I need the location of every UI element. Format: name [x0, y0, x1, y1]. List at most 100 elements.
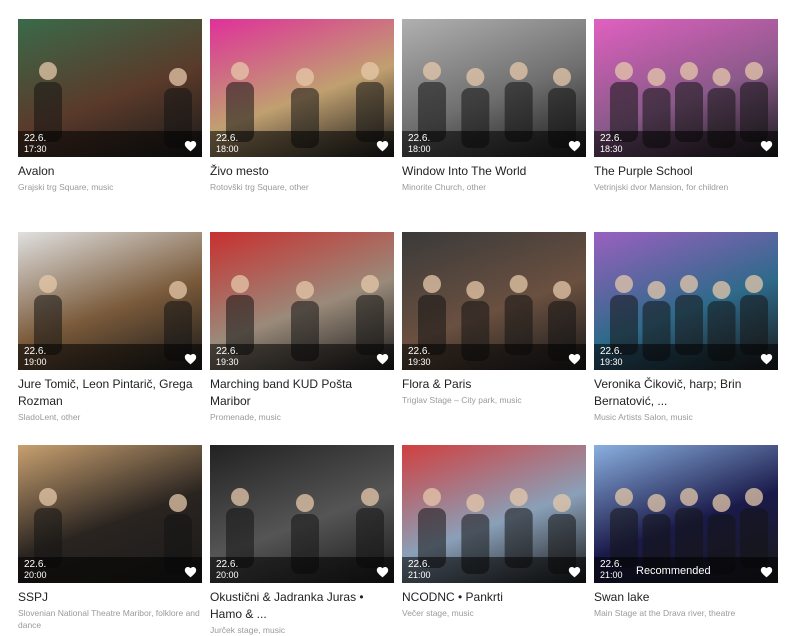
person-head — [169, 281, 187, 299]
event-datetime: 22.6. 21:00 — [600, 559, 623, 581]
event-time: 20:00 — [24, 570, 47, 580]
event-venue-category: Jurček stage, music — [210, 625, 286, 635]
event-thumbnail[interactable]: 22.6. 19:30 — [402, 232, 586, 370]
heart-icon[interactable] — [760, 353, 773, 365]
event-card[interactable]: 22.6. 21:00 NCODNC • Pankrti Večer stage, m… — [402, 445, 586, 619]
event-date: 22.6. — [600, 559, 623, 570]
person-head — [615, 275, 633, 293]
event-title[interactable]: Jure Tomič, Leon Pintarič, Grega Rozman — [18, 376, 202, 410]
event-thumbnail[interactable]: 22.6. 19:00 — [18, 232, 202, 370]
person-head — [553, 281, 571, 299]
heart-icon[interactable] — [376, 140, 389, 152]
person-head — [712, 494, 731, 512]
event-title[interactable]: Swan lake — [594, 589, 778, 606]
heart-icon[interactable] — [184, 353, 197, 365]
person-head — [680, 62, 698, 80]
event-title[interactable]: NCODNC • Pankrti — [402, 589, 586, 606]
person-head — [615, 62, 633, 80]
event-venue-category: Triglav Stage – City park, music — [402, 395, 522, 405]
heart-icon[interactable] — [376, 353, 389, 365]
person-head — [39, 62, 57, 80]
person-head — [466, 494, 485, 512]
person-head — [423, 275, 441, 293]
person-head — [296, 494, 314, 512]
person-head — [296, 68, 314, 86]
event-thumbnail[interactable]: 22.6. 19:30 — [210, 232, 394, 370]
person-head — [466, 281, 485, 299]
event-venue-category: Slovenian National Theatre Maribor, folk… — [18, 608, 200, 630]
event-title[interactable]: SSPJ — [18, 589, 202, 606]
event-datetime: 22.6. 20:00 — [216, 559, 239, 581]
event-title[interactable]: Živo mesto — [210, 163, 394, 180]
heart-icon[interactable] — [760, 140, 773, 152]
event-thumbnail[interactable]: 22.6. 21:00 Recommended — [594, 445, 778, 583]
person-head — [423, 488, 441, 506]
event-thumbnail[interactable]: 22.6. 18:30 — [594, 19, 778, 157]
event-card[interactable]: 22.6. 18:00 Window Into The World Minorite … — [402, 19, 586, 193]
event-card[interactable]: 22.6. 20:00 Okustični & Jadranka Juras • H… — [210, 445, 394, 636]
heart-icon[interactable] — [376, 566, 389, 578]
event-time: 19:00 — [24, 357, 47, 367]
person-head — [509, 275, 528, 293]
person-head — [169, 494, 187, 512]
person-head — [680, 275, 698, 293]
event-datetime: 22.6. 20:00 — [24, 560, 47, 581]
person-head — [39, 275, 57, 293]
event-thumbnail[interactable]: 22.6. 18:00 — [210, 19, 394, 157]
event-card[interactable]: 22.6. 18:30 The Purple School Vetrinjski dv… — [594, 19, 778, 193]
event-title[interactable]: Veronika Čikovič, harp; Brin Bernatović,… — [594, 376, 778, 410]
person-head — [466, 68, 485, 86]
event-venue-category: Rotovški trg Square, other — [210, 182, 309, 192]
event-time: 19:30 — [216, 357, 239, 367]
heart-icon[interactable] — [760, 566, 773, 578]
event-date: 22.6. — [216, 559, 239, 570]
heart-icon[interactable] — [184, 566, 197, 578]
event-card[interactable]: 22.6. 20:00 SSPJ Slovenian National Theatre… — [18, 445, 202, 631]
event-title[interactable]: Flora & Paris — [402, 376, 586, 393]
event-date: 22.6. — [216, 346, 239, 357]
event-card[interactable]: 22.6. 21:00 Recommended Swan lake Main Stage… — [594, 445, 778, 619]
event-title[interactable]: The Purple School — [594, 163, 778, 180]
event-datetime: 22.6. 19:30 — [408, 347, 431, 368]
heart-icon[interactable] — [568, 140, 581, 152]
event-date: 22.6. — [408, 133, 431, 144]
person-head — [745, 488, 763, 506]
person-head — [361, 275, 379, 293]
event-date: 22.6. — [24, 346, 47, 357]
event-thumbnail[interactable]: 22.6. 19:30 — [594, 232, 778, 370]
person-head — [296, 281, 314, 299]
event-thumbnail[interactable]: 22.6. 20:00 — [18, 445, 202, 583]
event-thumbnail[interactable]: 22.6. 20:00 — [210, 445, 394, 583]
event-thumbnail[interactable]: 22.6. 18:00 — [402, 19, 586, 157]
event-title[interactable]: Marching band KUD Pošta Maribor — [210, 376, 394, 410]
event-card[interactable]: 22.6. 19:30 Flora & Paris Triglav Stage – C… — [402, 232, 586, 406]
event-card[interactable]: 22.6. 17:30 Avalon Grajski trg Square, musi… — [18, 19, 202, 193]
person-head — [647, 68, 666, 86]
event-time: 18:30 — [600, 144, 623, 154]
event-time: 19:30 — [408, 357, 431, 367]
event-title[interactable]: Window Into The World — [402, 163, 586, 180]
heart-icon[interactable] — [568, 353, 581, 365]
event-thumbnail[interactable]: 22.6. 21:00 — [402, 445, 586, 583]
event-datetime: 22.6. 19:00 — [24, 346, 47, 368]
event-card[interactable]: 22.6. 19:00 Jure Tomič, Leon Pintarič, Gre… — [18, 232, 202, 423]
heart-icon[interactable] — [184, 140, 197, 152]
person-head — [647, 494, 666, 512]
heart-icon[interactable] — [568, 566, 581, 578]
event-title[interactable]: Avalon — [18, 163, 202, 180]
person-head — [423, 62, 441, 80]
event-title[interactable]: Okustični & Jadranka Juras • Hamo & ... — [210, 589, 394, 623]
event-venue-category: Music Artists Salon, music — [594, 412, 693, 422]
event-venue-category: Promenade, music — [210, 412, 281, 422]
event-card[interactable]: 22.6. 18:00 Živo mesto Rotovški trg Square,… — [210, 19, 394, 193]
event-datetime: 22.6. 17:30 — [24, 133, 47, 155]
event-date: 22.6. — [24, 133, 47, 144]
event-card[interactable]: 22.6. 19:30 Veronika Čikovič, harp; Brin B… — [594, 232, 778, 423]
event-time: 18:00 — [408, 144, 431, 154]
event-venue-category: Večer stage, music — [402, 608, 474, 618]
person-head — [509, 62, 528, 80]
event-datetime: 22.6. 18:00 — [408, 133, 431, 155]
event-thumbnail[interactable]: 22.6. 17:30 — [18, 19, 202, 157]
event-card[interactable]: 22.6. 19:30 Marching band KUD Pošta Maribo… — [210, 232, 394, 423]
event-venue-category: Main Stage at the Drava river, theatre — [594, 608, 736, 618]
